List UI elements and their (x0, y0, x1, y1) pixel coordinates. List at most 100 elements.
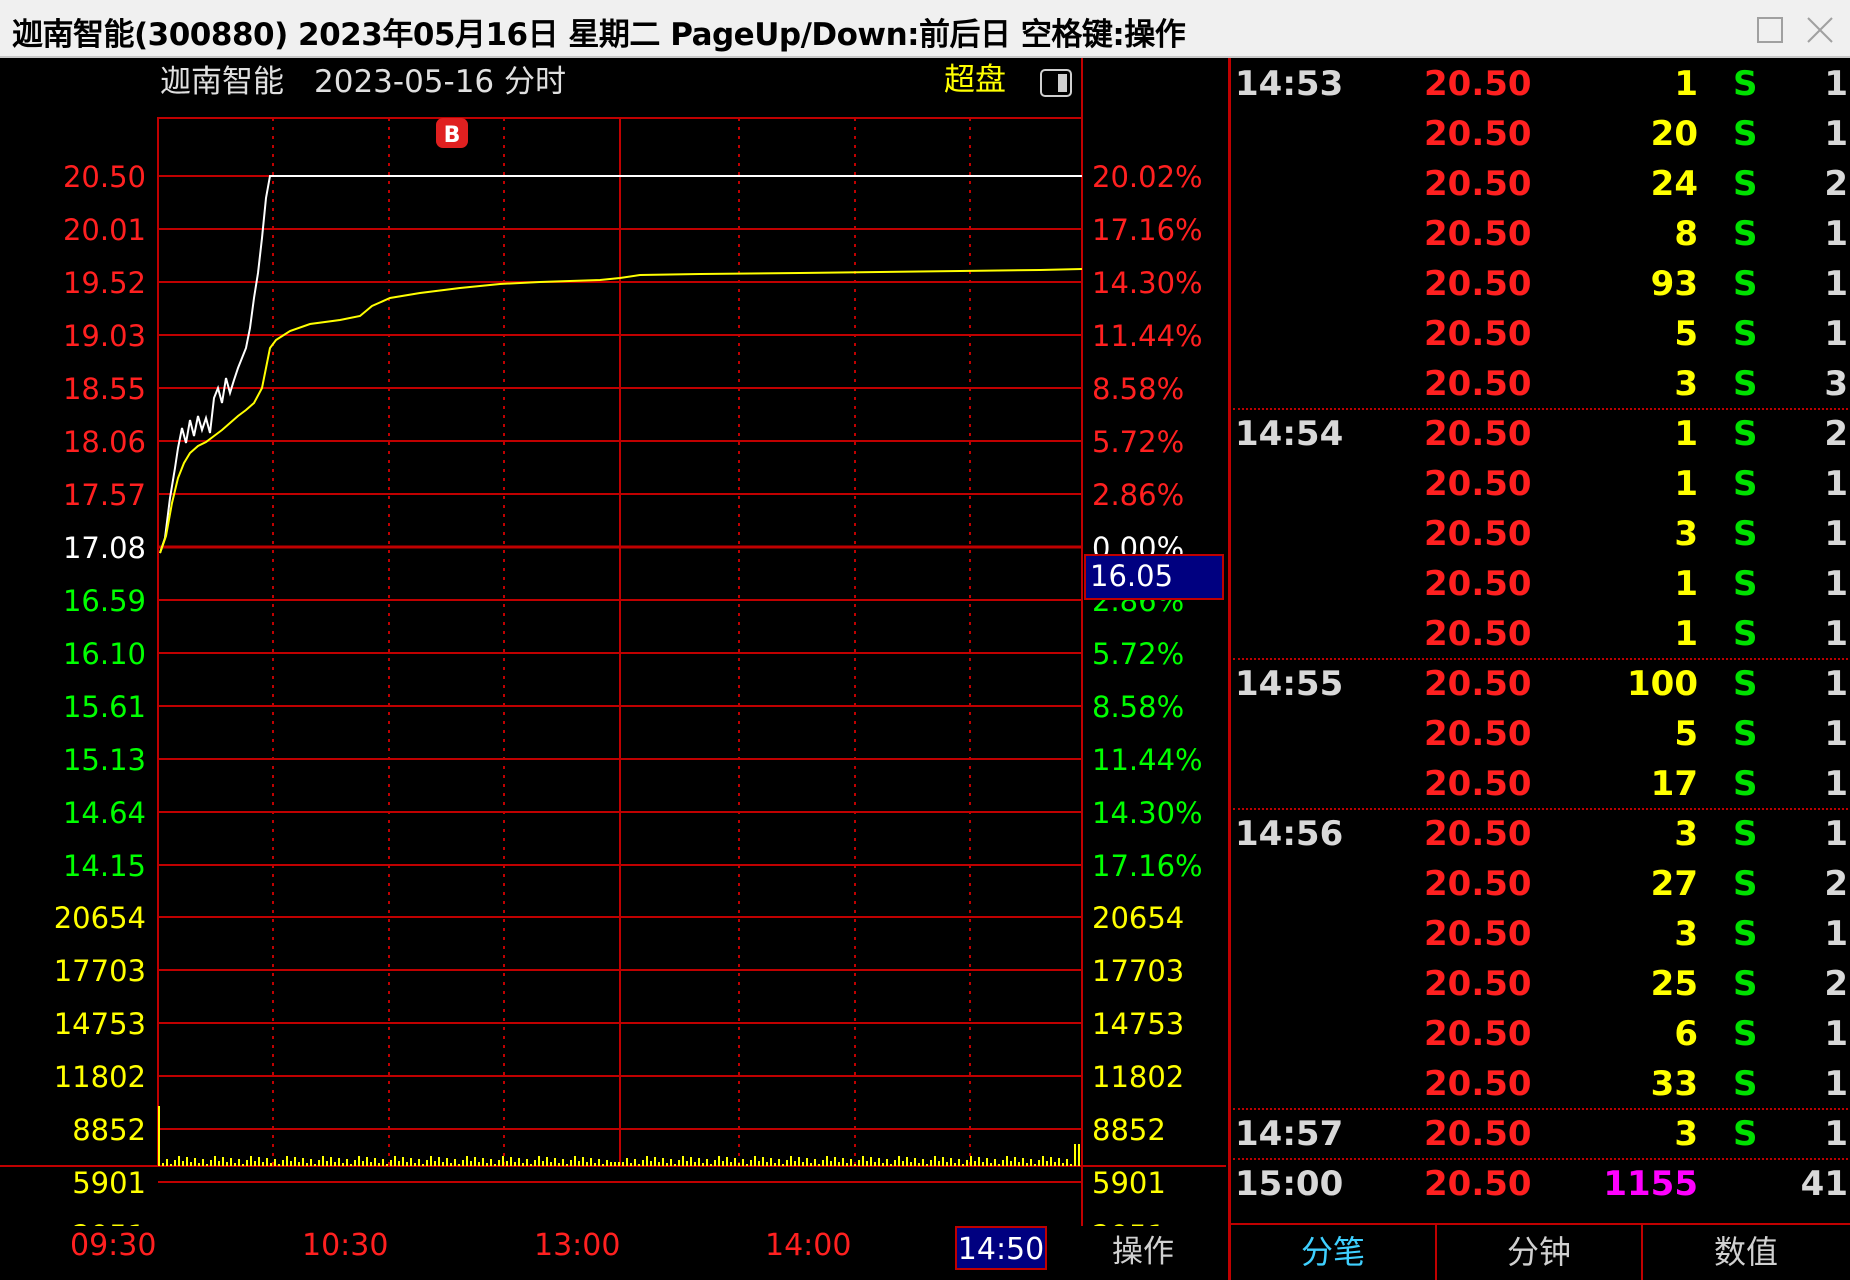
operate-button[interactable]: 操作 (1112, 1226, 1174, 1271)
tick-side: S (1733, 864, 1758, 904)
tick-price: 20.50 (1424, 614, 1532, 654)
volume-label-right: 8852 (1092, 1113, 1166, 1147)
buy-marker[interactable]: B (436, 118, 468, 148)
tick-count: 1 (1824, 1014, 1848, 1054)
tick-side: S (1733, 764, 1758, 804)
tick-side: S (1733, 214, 1758, 254)
tick-price: 20.50 (1424, 314, 1532, 354)
tick-price: 20.50 (1424, 64, 1532, 104)
tick-side: S (1733, 914, 1758, 954)
close-icon[interactable] (1800, 10, 1840, 50)
tick-volume: 17 (1650, 764, 1698, 804)
chart-header-name: 迦南智能 (160, 64, 284, 100)
tab-minutes[interactable]: 分钟 (1437, 1225, 1643, 1280)
tick-row[interactable]: 20.50 93 S 1 (1231, 260, 1850, 310)
tick-volume: 1 (1674, 614, 1698, 654)
cursor-time-readout: 14:50 (955, 1226, 1047, 1270)
pct-label: 14.30% (1092, 796, 1203, 830)
tick-side: S (1733, 114, 1758, 154)
tick-time: 14:54 (1235, 414, 1344, 454)
price-label: 18.55 (63, 372, 146, 406)
tick-row[interactable]: 20.50 5 S 1 (1231, 710, 1850, 760)
volume-label: 17703 (54, 954, 146, 988)
volume-label-right: 2951 (1092, 1219, 1166, 1226)
tick-count: 1 (1824, 514, 1848, 554)
tick-row[interactable]: 20.50 24 S 2 (1231, 160, 1850, 210)
tick-row[interactable]: 20.50 6 S 1 (1231, 1010, 1850, 1060)
tick-price: 20.50 (1424, 814, 1532, 854)
pct-label: 8.58% (1092, 372, 1184, 406)
tick-detail-panel[interactable]: 14:53 20.50 1 S 1 20.50 20 S 1 20.50 24 S 2 20.50 8 S 1 2… (1228, 58, 1850, 1223)
tick-row[interactable]: 20.50 1 S 1 (1231, 460, 1850, 510)
tick-volume: 1 (1674, 64, 1698, 104)
tick-volume: 3 (1674, 514, 1698, 554)
tick-price: 20.50 (1424, 264, 1532, 304)
pct-label: 8.58% (1092, 690, 1184, 724)
tick-row[interactable]: 20.50 25 S 2 (1231, 960, 1850, 1010)
tick-volume: 3 (1674, 1114, 1698, 1154)
price-label: 14.64 (63, 796, 146, 830)
tick-volume: 1 (1674, 414, 1698, 454)
volume-label: 11802 (54, 1060, 146, 1094)
volume-label-right: 14753 (1092, 1007, 1184, 1041)
tick-row[interactable]: 20.50 27 S 2 (1231, 860, 1850, 910)
tick-row[interactable]: 20.50 3 S 1 (1231, 910, 1850, 960)
tick-row[interactable]: 14:56 20.50 3 S 1 (1231, 810, 1850, 860)
tick-row[interactable]: 20.50 8 S 1 (1231, 210, 1850, 260)
price-label: 17.57 (63, 478, 146, 512)
tick-count: 1 (1824, 214, 1848, 254)
tick-time: 14:55 (1235, 664, 1344, 704)
tick-count: 2 (1824, 864, 1848, 904)
tick-row[interactable]: 15:00 20.50 1155 41 (1231, 1160, 1850, 1210)
tick-row[interactable]: 20.50 5 S 1 (1231, 310, 1850, 360)
tick-row[interactable]: 20.50 3 S 1 (1231, 510, 1850, 560)
super-panel-label[interactable]: 超盘 (944, 62, 1006, 98)
svg-text:B: B (444, 123, 461, 148)
volume-label: 5901 (72, 1166, 146, 1200)
price-label: 18.06 (63, 425, 146, 459)
maximize-icon[interactable] (1750, 10, 1790, 50)
volume-label-right: 20654 (1092, 901, 1184, 935)
price-label: 16.59 (63, 584, 146, 618)
volume-label-right: 5901 (1092, 1166, 1166, 1200)
panel-toggle-icon[interactable] (1040, 69, 1072, 97)
tick-panel-tabs: 分笔 分钟 数值 (1228, 1223, 1850, 1280)
tick-volume: 1 (1674, 564, 1698, 604)
tick-volume: 33 (1650, 1064, 1698, 1104)
tick-price: 20.50 (1424, 764, 1532, 804)
price-label: 19.52 (63, 266, 146, 300)
volume-label: 14753 (54, 1007, 146, 1041)
pct-label: 5.72% (1092, 637, 1184, 671)
tick-row[interactable]: 20.50 20 S 1 (1231, 110, 1850, 160)
tick-row[interactable]: 20.50 3 S 3 (1231, 360, 1850, 410)
volume-label: 2951 (72, 1219, 146, 1226)
tab-values[interactable]: 数值 (1643, 1225, 1849, 1280)
price-label: 14.15 (63, 849, 146, 883)
time-label-0930: 09:30 (70, 1228, 157, 1263)
tick-row[interactable]: 14:55 20.50 100 S 1 (1231, 660, 1850, 710)
tick-row[interactable]: 14:53 20.50 1 S 1 (1231, 60, 1850, 110)
tick-price: 20.50 (1424, 114, 1532, 154)
tick-side: S (1733, 814, 1758, 854)
tick-row[interactable]: 20.50 1 S 1 (1231, 610, 1850, 660)
tick-volume: 20 (1650, 114, 1698, 154)
tick-side: S (1733, 314, 1758, 354)
tick-row[interactable]: 14:57 20.50 3 S 1 (1231, 1110, 1850, 1160)
tick-volume: 27 (1650, 864, 1698, 904)
tick-row[interactable]: 20.50 1 S 1 (1231, 560, 1850, 610)
intraday-chart[interactable]: 20.50 20.02% 20.01 17.16% 19.52 14.30% 19.03 11… (0, 58, 1226, 1226)
tick-row[interactable]: 20.50 33 S 1 (1231, 1060, 1850, 1110)
tick-count: 3 (1824, 364, 1848, 404)
tick-side: S (1733, 364, 1758, 404)
tab-ticks[interactable]: 分笔 (1231, 1225, 1437, 1280)
price-label: 15.61 (63, 690, 146, 724)
tick-side: S (1733, 664, 1758, 704)
tick-side: S (1733, 564, 1758, 604)
price-label: 19.03 (63, 319, 146, 353)
tick-side: S (1733, 1114, 1758, 1154)
time-label-1030: 10:30 (302, 1228, 389, 1263)
chart-grid (0, 58, 1226, 1226)
tick-row[interactable]: 14:54 20.50 1 S 2 (1231, 410, 1850, 460)
tick-row[interactable]: 20.50 17 S 1 (1231, 760, 1850, 810)
tick-side: S (1733, 1014, 1758, 1054)
